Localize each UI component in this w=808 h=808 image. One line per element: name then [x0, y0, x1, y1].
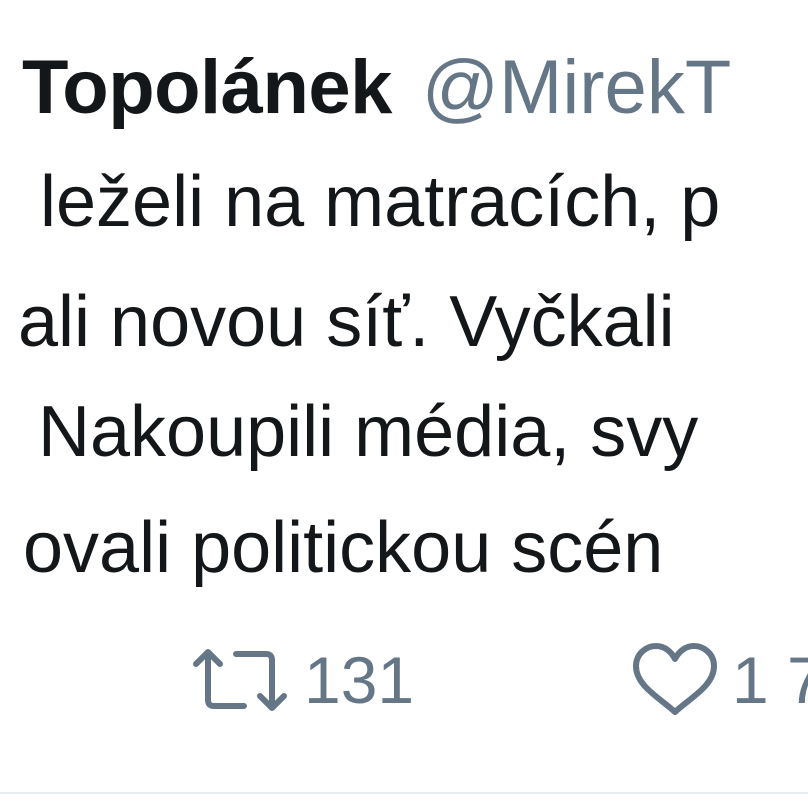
heart-icon	[628, 640, 722, 720]
tweet-text: leželi na matracích, p ali novou síť. Vy…	[0, 0, 808, 620]
like-button[interactable]: 1 7	[628, 640, 808, 720]
tweet-text-line: ovali politickou scén	[23, 508, 664, 588]
tweet-card[interactable]: Topolánek @MirekT leželi na matracích, p …	[0, 0, 808, 808]
retweet-icon	[186, 640, 294, 720]
tweet-text-line: ali novou síť. Vyčkali	[18, 282, 675, 362]
retweet-button[interactable]: 131	[186, 640, 414, 720]
tweet-actions: 131 1 7	[0, 630, 808, 730]
like-count: 1 7	[732, 643, 808, 717]
divider	[0, 792, 808, 794]
tweet-text-line: leželi na matracích, p	[40, 162, 721, 242]
retweet-count: 131	[304, 643, 415, 717]
tweet-text-line: Nakoupili média, svy	[38, 392, 699, 472]
